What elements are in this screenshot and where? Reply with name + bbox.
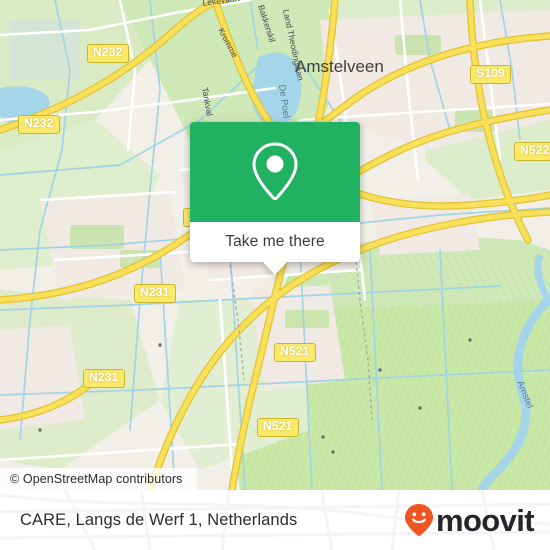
moovit-logo[interactable]: moovit <box>404 502 535 538</box>
road-shield: N522 <box>514 142 550 161</box>
take-me-there-label: Take me there <box>225 233 325 250</box>
road-shield: N232 <box>87 44 129 63</box>
road-shield: N232 <box>18 115 60 134</box>
callout-icon-panel <box>190 122 360 222</box>
road-shield: N521 <box>274 343 316 362</box>
location-callout[interactable]: Take me there <box>190 122 360 275</box>
road-shield: N231 <box>83 369 125 388</box>
callout-tail <box>262 261 288 275</box>
osm-attribution[interactable]: © OpenStreetMap contributors <box>0 468 197 490</box>
map-canvas[interactable]: Amstelveen De Poel Amstel Lekevaart Bakk… <box>0 0 550 490</box>
footer-bar: CARE, Langs de Werf 1, Netherlands moovi… <box>0 490 550 550</box>
location-address: CARE, Langs de Werf 1, Netherlands <box>20 510 298 529</box>
road-shield: S109 <box>470 65 511 84</box>
map-city-label: Amstelveen <box>295 57 384 76</box>
road-shield: N521 <box>257 418 299 437</box>
map-pin-icon <box>252 142 298 201</box>
callout-action-panel[interactable]: Take me there <box>190 222 360 275</box>
road-shield: N231 <box>134 284 176 303</box>
osm-attribution-text: © OpenStreetMap contributors <box>10 472 183 486</box>
map-screenshot: Amstelveen De Poel Amstel Lekevaart Bakk… <box>0 0 550 550</box>
moovit-wordmark: moovit <box>435 502 535 538</box>
moovit-pin-smile-icon <box>404 504 433 536</box>
